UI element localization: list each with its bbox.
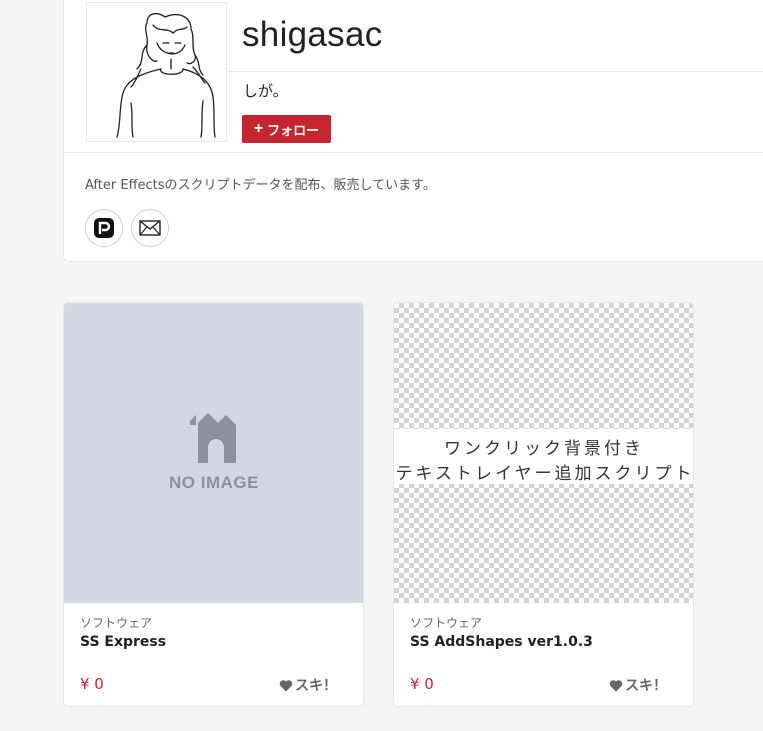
heart-icon	[279, 679, 293, 691]
item-category: ソフトウェア	[80, 616, 153, 630]
item-price: ¥ 0	[410, 675, 434, 693]
divider	[64, 152, 763, 153]
plus-icon: +	[253, 120, 264, 137]
follow-label: フォロー	[267, 122, 320, 138]
item-thumbnail[interactable]: NO IMAGE	[64, 303, 363, 603]
item-card[interactable]: ワンクリック背景付き テキストレイヤー追加スクリプト ソフトウェア SS Add…	[393, 302, 694, 707]
shop-description: After Effectsのスクリプトデータを配布、販売しています。	[85, 178, 436, 193]
like-button[interactable]: スキ！	[609, 675, 667, 695]
thumbnail-banner: ワンクリック背景付き テキストレイヤー追加スクリプト	[394, 429, 694, 484]
item-thumbnail[interactable]: ワンクリック背景付き テキストレイヤー追加スクリプト	[394, 303, 694, 603]
owner-name[interactable]: しが。	[243, 80, 288, 101]
item-price: ¥ 0	[80, 675, 104, 693]
banner-line: ワンクリック背景付き	[444, 439, 644, 459]
item-card[interactable]: NO IMAGE ソフトウェア SS Express ¥ 0 スキ！	[63, 302, 364, 707]
pixiv-link-button[interactable]	[85, 209, 123, 247]
follow-button[interactable]: + フォロー	[242, 115, 331, 143]
like-label: スキ！	[295, 678, 337, 694]
shop-name[interactable]: shigasac	[242, 15, 383, 55]
heart-icon	[609, 679, 623, 691]
like-label: スキ！	[625, 678, 667, 694]
item-name[interactable]: SS Express	[80, 634, 166, 650]
banner-line: テキストレイヤー追加スクリプト	[395, 464, 694, 484]
avatar-illustration	[116, 12, 216, 138]
mail-icon	[139, 220, 161, 236]
divider	[227, 71, 763, 72]
shop-avatar[interactable]	[86, 2, 227, 142]
like-button[interactable]: スキ！	[279, 675, 337, 695]
shop-profile-card: shigasac しが。 + フォロー After Effectsのスクリプトデ…	[63, 0, 763, 262]
no-image-icon	[190, 413, 236, 463]
pixiv-icon	[94, 218, 114, 238]
item-category: ソフトウェア	[410, 616, 483, 630]
no-image-label: NO IMAGE	[169, 473, 259, 492]
mail-link-button[interactable]	[131, 209, 169, 247]
item-name[interactable]: SS AddShapes ver1.0.3	[410, 634, 593, 650]
